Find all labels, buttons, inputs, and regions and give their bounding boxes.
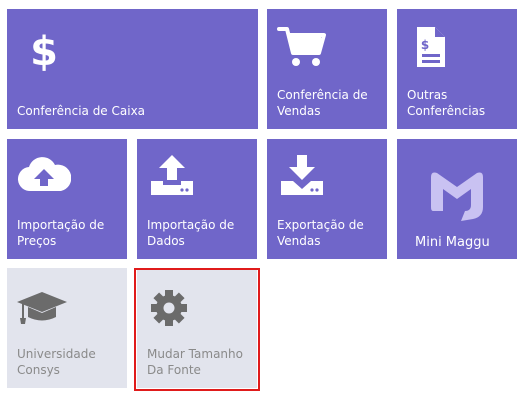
download-icon bbox=[281, 155, 323, 195]
tile-outras-conferencias[interactable]: $ Outras Conferências bbox=[397, 9, 517, 129]
dollar-icon: $ bbox=[30, 29, 58, 73]
tile-mini-maggu[interactable]: Mini Maggu bbox=[397, 139, 517, 259]
tile-conferencia-de-vendas[interactable]: Conferência de Vendas bbox=[267, 9, 387, 129]
invoice-icon: $ bbox=[417, 27, 445, 67]
tile-mudar-tamanho-da-fonte[interactable]: Mudar Tamanho Da Fonte bbox=[137, 268, 257, 388]
svg-text:$: $ bbox=[30, 29, 58, 73]
maggu-logo-icon bbox=[431, 172, 483, 221]
shopping-cart-icon bbox=[277, 27, 326, 66]
graduation-cap-icon bbox=[17, 292, 67, 324]
tile-label: Conferência de Vendas bbox=[277, 88, 368, 118]
tile-label: Mudar Tamanho Da Fonte bbox=[147, 347, 243, 377]
tile-label: Importação de Preços bbox=[17, 218, 105, 248]
cloud-upload-icon bbox=[18, 157, 71, 192]
svg-text:$: $ bbox=[421, 38, 429, 52]
tile-label: Mini Maggu bbox=[415, 235, 490, 250]
tile-label: Outras Conferências bbox=[407, 88, 486, 118]
tile-exportacao-de-vendas[interactable]: Exportação de Vendas bbox=[267, 139, 387, 259]
tile-conferencia-de-caixa[interactable]: $ Conferência de Caixa bbox=[7, 9, 258, 129]
tile-label: Importação de Dados bbox=[147, 218, 235, 248]
tile-importacao-de-dados[interactable]: Importação de Dados bbox=[137, 139, 257, 259]
gear-icon bbox=[151, 290, 187, 326]
tile-label: Conferência de Caixa bbox=[17, 104, 146, 118]
tile-label: Exportação de Vendas bbox=[277, 218, 364, 248]
tile-label: Universidade Consys bbox=[17, 347, 96, 377]
tile-universidade-consys[interactable]: Universidade Consys bbox=[7, 268, 127, 388]
upload-icon bbox=[151, 155, 193, 195]
tile-importacao-de-precos[interactable]: Importação de Preços bbox=[7, 139, 127, 259]
